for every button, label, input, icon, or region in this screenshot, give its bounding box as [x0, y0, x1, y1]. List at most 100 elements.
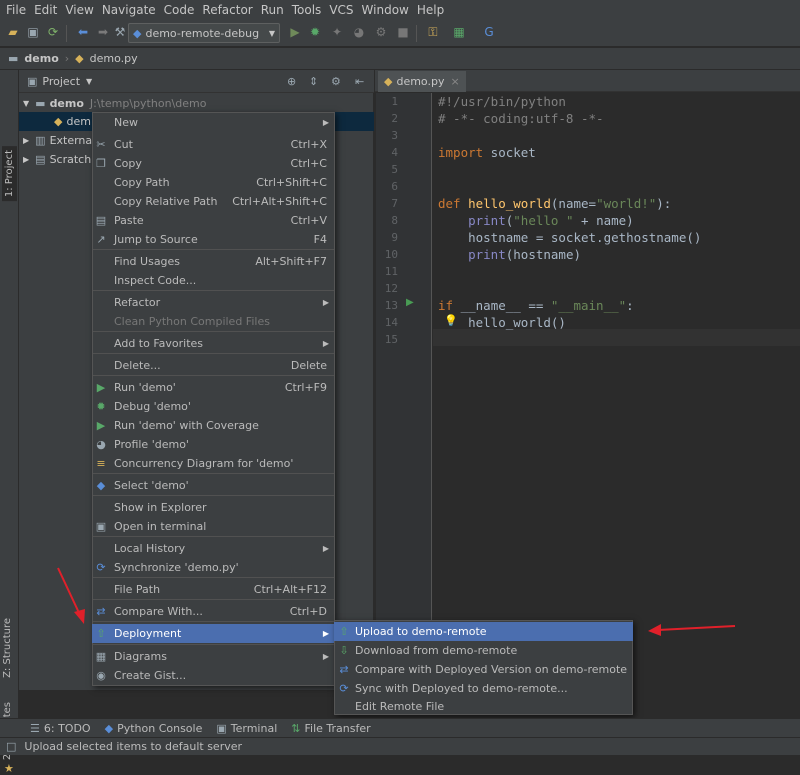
- collapse-icon[interactable]: ⇕: [309, 75, 318, 88]
- menu-edit[interactable]: Edit: [30, 0, 61, 20]
- menu-separator: [93, 495, 334, 496]
- gear-icon[interactable]: ⚙: [331, 75, 341, 88]
- menu-item-label: Deployment: [114, 627, 182, 640]
- breadcrumb-project[interactable]: demo: [24, 52, 58, 65]
- context-menu-item[interactable]: Delete... Delete: [92, 356, 335, 375]
- editor-area: [375, 70, 800, 690]
- menu-navigate[interactable]: Navigate: [98, 0, 160, 20]
- run-icon[interactable]: ▶: [288, 25, 302, 39]
- attach-icon[interactable]: ⚙: [374, 25, 388, 39]
- close-icon[interactable]: ×: [450, 75, 459, 88]
- submenu-arrow-icon: ▶: [322, 629, 329, 638]
- submenu-item-label: Download from demo-remote: [355, 644, 518, 657]
- profile-icon[interactable]: ◕: [352, 25, 366, 39]
- menu-item-shortcut: F4: [313, 233, 327, 246]
- submenu-item[interactable]: ⇩ Download from demo-remote: [334, 641, 633, 660]
- python-icon: ◆: [104, 721, 114, 735]
- context-menu-item[interactable]: ◉ Create Gist...: [92, 666, 335, 685]
- context-menu-item[interactable]: ❐ Copy Ctrl+C: [92, 154, 335, 173]
- context-menu-item[interactable]: Find Usages Alt+Shift+F7: [92, 252, 335, 271]
- menu-vcs[interactable]: VCS: [325, 0, 357, 20]
- project-view-icon: ▣: [27, 74, 38, 88]
- menu-item-label: Compare With...: [114, 605, 203, 618]
- run-gutter-icon[interactable]: ▶: [406, 297, 414, 308]
- submenu-item[interactable]: ⇄ Compare with Deployed Version on demo-r…: [334, 660, 633, 679]
- context-menu-item[interactable]: Copy Path Ctrl+Shift+C: [92, 173, 335, 192]
- run-config-select[interactable]: ◆ demo-remote-debug ▼: [128, 23, 280, 43]
- settings-icon[interactable]: ⚿: [426, 25, 440, 39]
- menu-code[interactable]: Code: [160, 0, 199, 20]
- menu-icon-placeholder: [95, 256, 107, 268]
- menu-refactor[interactable]: Refactor: [198, 0, 256, 20]
- context-menu-item[interactable]: ⇧ Deployment ▶: [92, 624, 335, 643]
- stop-icon[interactable]: ■: [396, 25, 410, 39]
- context-menu-item[interactable]: Refactor ▶: [92, 293, 335, 312]
- menu-window[interactable]: Window: [358, 0, 413, 20]
- context-menu-item[interactable]: Show in Explorer: [92, 498, 335, 517]
- context-menu-item[interactable]: Local History ▶: [92, 539, 335, 558]
- code-line: # -*- coding:utf-8 -*-: [438, 111, 604, 126]
- build-icon[interactable]: ⚒: [113, 25, 127, 39]
- menu-separator: [93, 536, 334, 537]
- locate-icon[interactable]: ⊕: [287, 75, 296, 88]
- menu-tools[interactable]: Tools: [288, 0, 326, 20]
- editor-tab[interactable]: ◆ demo.py ×: [378, 71, 466, 92]
- tool-tab-python-console[interactable]: ◆ Python Console: [105, 722, 203, 735]
- bottom-tool-stripe: ☰ 6: TODO ◆ Python Console ▣ Terminal ⇅ File…: [0, 718, 800, 737]
- open-folder-icon[interactable]: ▰: [6, 25, 20, 39]
- chevron-right-icon: ›: [64, 52, 70, 65]
- menu-help[interactable]: Help: [413, 0, 448, 20]
- tool-tab-file-transfer[interactable]: ⇅ File Transfer: [291, 722, 370, 735]
- compare-icon: ⇄: [339, 663, 349, 676]
- submenu-item-label: Upload to demo-remote: [355, 625, 487, 638]
- menu-run[interactable]: Run: [257, 0, 288, 20]
- menu-view[interactable]: View: [61, 0, 97, 20]
- context-menu-item[interactable]: ◆ Select 'demo': [92, 476, 335, 495]
- project-panel-header: ▣ Project ▼ ⊕ ⇕ ⚙ ⇤: [19, 70, 374, 93]
- hide-icon[interactable]: ⇤: [355, 75, 364, 88]
- context-menu-item[interactable]: ▦ Diagrams ▶: [92, 647, 335, 666]
- menu-file[interactable]: File: [2, 0, 30, 20]
- menu-item-label: Local History: [114, 542, 186, 555]
- context-menu-item[interactable]: ≡ Concurrency Diagram for 'demo': [92, 454, 335, 473]
- submenu-item[interactable]: ⇧ Upload to demo-remote: [334, 622, 633, 641]
- context-menu-item[interactable]: ▤ Paste Ctrl+V: [92, 211, 335, 230]
- tool-tab-structure[interactable]: Z: Structure: [2, 618, 13, 678]
- debug-icon[interactable]: ✹: [308, 25, 322, 39]
- context-menu-item[interactable]: ⇄ Compare With... Ctrl+D: [92, 602, 335, 621]
- sync-icon[interactable]: ⟳: [46, 25, 60, 39]
- tree-row-root[interactable]: ▼ ▬ demo J:\temp\python\demo: [19, 94, 374, 113]
- submenu-item[interactable]: Edit Remote File: [334, 697, 633, 716]
- context-menu-item[interactable]: Copy Relative Path Ctrl+Alt+Shift+C: [92, 192, 335, 211]
- context-menu-item[interactable]: ▣ Open in terminal: [92, 517, 335, 536]
- context-menu-item[interactable]: ✂ Cut Ctrl+X: [92, 135, 335, 154]
- context-menu-item[interactable]: ⟳ Synchronize 'demo.py': [92, 558, 335, 577]
- context-menu-item[interactable]: ▶ Run 'demo' Ctrl+F9: [92, 378, 335, 397]
- menu-icon-placeholder: [95, 297, 107, 309]
- breadcrumb-file[interactable]: demo.py: [90, 52, 138, 65]
- chevron-down-icon[interactable]: ▼: [86, 77, 92, 86]
- project-view-label[interactable]: Project: [42, 75, 80, 88]
- context-menu-item[interactable]: Clean Python Compiled Files: [92, 312, 335, 331]
- context-menu-item[interactable]: New ▶: [92, 113, 335, 132]
- submenu-item[interactable]: ⟳ Sync with Deployed to demo-remote...: [334, 679, 633, 698]
- context-menu-item[interactable]: ▶ Run 'demo' with Coverage: [92, 416, 335, 435]
- context-menu-item[interactable]: ◕ Profile 'demo': [92, 435, 335, 454]
- submenu-arrow-icon: ▶: [322, 544, 329, 553]
- save-icon[interactable]: ▣: [26, 25, 40, 39]
- context-menu-item[interactable]: ↗ Jump to Source F4: [92, 230, 335, 249]
- context-menu-item[interactable]: ✹ Debug 'demo': [92, 397, 335, 416]
- tool-tab-project[interactable]: 1: Project: [2, 146, 17, 202]
- menu-item-label: Run 'demo' with Coverage: [114, 419, 259, 432]
- forward-icon[interactable]: ➡: [96, 25, 110, 39]
- context-menu-item[interactable]: Inspect Code...: [92, 271, 335, 290]
- sdk-icon[interactable]: ▦: [452, 25, 466, 39]
- tool-tab-terminal[interactable]: ▣ Terminal: [216, 722, 277, 735]
- context-menu-item[interactable]: Add to Favorites ▶: [92, 334, 335, 353]
- context-menu-item[interactable]: File Path Ctrl+Alt+F12: [92, 580, 335, 599]
- python-file-icon: ◆: [54, 115, 63, 128]
- coverage-icon[interactable]: ✦: [330, 25, 344, 39]
- tool-tab-todo[interactable]: ☰ 6: TODO: [30, 722, 91, 735]
- back-icon[interactable]: ⬅: [76, 25, 90, 39]
- translate-icon[interactable]: G: [482, 25, 496, 39]
